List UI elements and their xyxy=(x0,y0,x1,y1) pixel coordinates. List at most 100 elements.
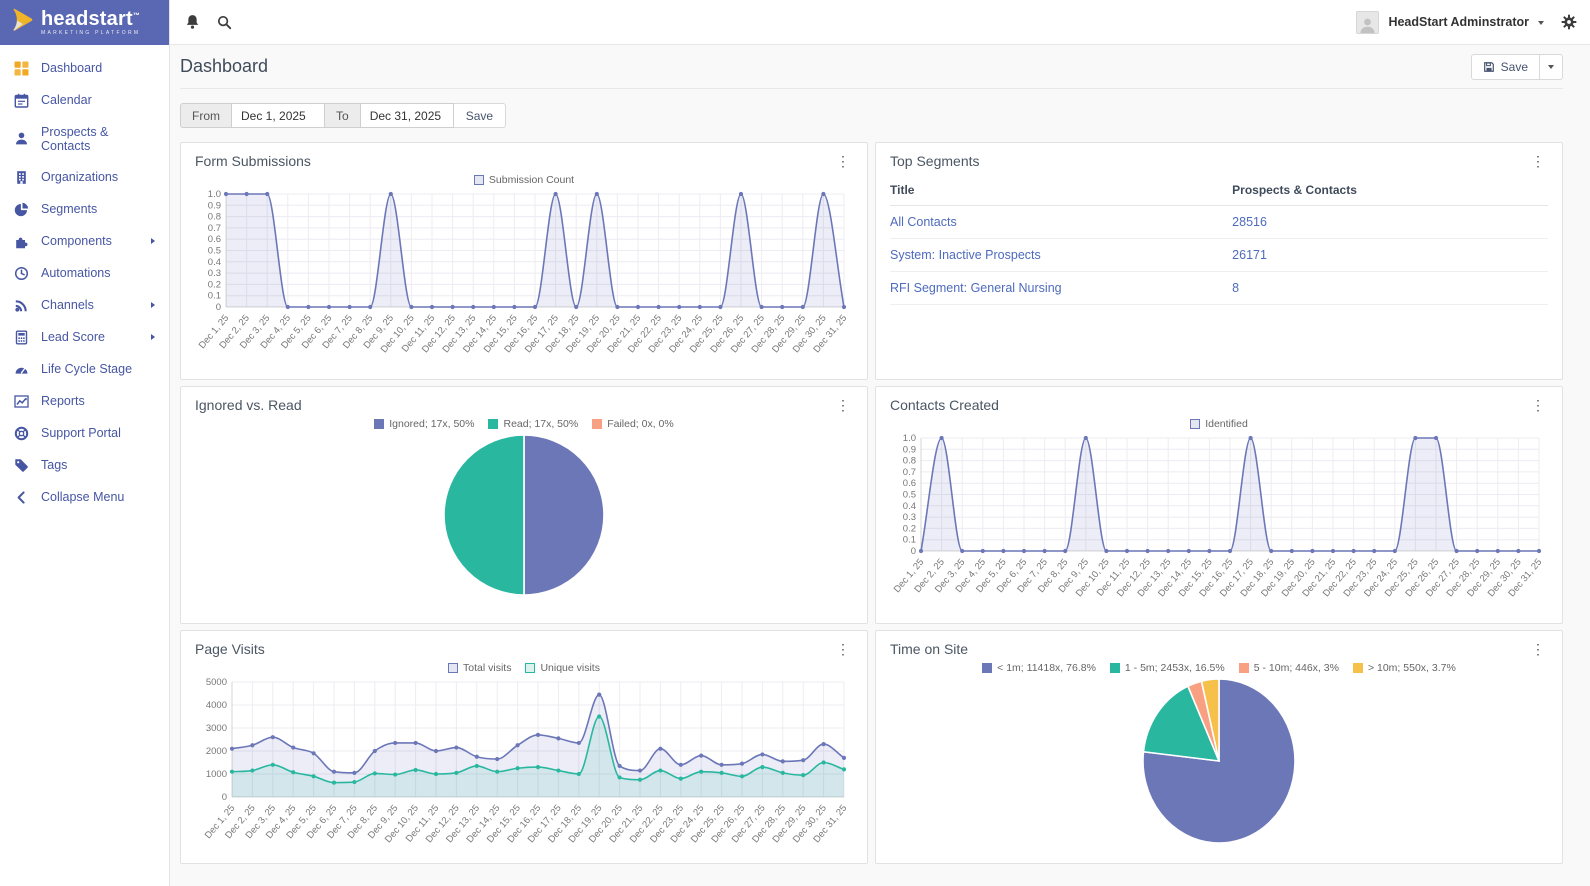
segment-count-link[interactable]: 28516 xyxy=(1232,215,1267,229)
sidebar-item-prospects-and-contacts[interactable]: Prospects & Contacts xyxy=(0,116,169,161)
legend-item[interactable]: Total visits xyxy=(448,662,511,674)
panel-title: Time on Site xyxy=(890,641,969,657)
segment-count-link[interactable]: 8 xyxy=(1232,281,1239,295)
sidebar-item-organizations[interactable]: Organizations xyxy=(0,161,169,193)
svg-text:0.7: 0.7 xyxy=(903,467,916,478)
gauge-icon xyxy=(14,362,29,377)
sidebar-item-label: Organizations xyxy=(41,170,119,184)
lifering-icon xyxy=(14,426,29,441)
legend-swatch xyxy=(525,663,536,673)
legend-item[interactable]: < 1m; 11418x, 76.8% xyxy=(982,662,1096,674)
panel-menu-kebab-icon[interactable]: ⋮ xyxy=(1528,642,1548,656)
chevron-down-icon[interactable] xyxy=(1538,20,1544,25)
clock-icon xyxy=(14,266,29,281)
svg-text:0.1: 0.1 xyxy=(208,291,221,302)
svg-text:0.2: 0.2 xyxy=(903,523,916,534)
legend-label: Unique visits xyxy=(540,662,600,674)
sidebar-item-segments[interactable]: Segments xyxy=(0,193,169,225)
sidebar-item-life-cycle-stage[interactable]: Life Cycle Stage xyxy=(0,353,169,385)
sidebar-item-dashboard[interactable]: Dashboard xyxy=(0,52,169,84)
chart-legend: < 1m; 11418x, 76.8% 1 - 5m; 2453x, 16.5% 5… xyxy=(982,662,1456,674)
calendar-icon xyxy=(14,93,29,108)
save-options-caret-button[interactable] xyxy=(1540,53,1563,80)
legend-swatch xyxy=(488,419,499,429)
legend-item[interactable]: Submission Count xyxy=(473,174,575,186)
sidebar-item-reports[interactable]: Reports xyxy=(0,385,169,417)
legend-item[interactable]: Read; 17x, 50% xyxy=(488,418,578,430)
pie-slice xyxy=(443,434,525,596)
user-avatar[interactable] xyxy=(1356,10,1380,34)
search-icon[interactable] xyxy=(217,15,232,30)
sidebar-item-lead-score[interactable]: Lead Score xyxy=(0,321,169,353)
svg-text:2000: 2000 xyxy=(206,746,227,757)
date-from-input[interactable] xyxy=(232,103,325,128)
panel-menu-kebab-icon[interactable]: ⋮ xyxy=(833,642,853,656)
sidebar-item-label: Collapse Menu xyxy=(41,490,125,504)
sidebar-item-label: Support Portal xyxy=(41,426,121,440)
legend-item[interactable]: Failed; 0x, 0% xyxy=(592,418,674,430)
segment-link[interactable]: System: Inactive Prospects xyxy=(890,248,1041,262)
legend-item[interactable]: Ignored; 17x, 50% xyxy=(374,418,474,430)
legend-item[interactable]: > 10m; 550x, 3.7% xyxy=(1352,662,1456,674)
widgets-grid: Form Submissions ⋮ Submission Count 0 0.1 0… xyxy=(180,142,1563,864)
legend-label: Identified xyxy=(1205,418,1248,430)
segment-link[interactable]: RFI Segment: General Nursing xyxy=(890,281,1062,295)
panel-menu-kebab-icon[interactable]: ⋮ xyxy=(1528,398,1548,412)
date-filter-save-button[interactable]: Save xyxy=(453,103,507,128)
sidebar-item-automations[interactable]: Automations xyxy=(0,257,169,289)
legend-swatch xyxy=(374,419,385,429)
date-to-input[interactable] xyxy=(360,103,454,128)
chart-legend: Ignored; 17x, 50% Read; 17x, 50% Failed; 0… xyxy=(374,418,674,430)
sidebar-item-label: Prospects & Contacts xyxy=(41,124,109,153)
user-menu[interactable]: HeadStart Adminstrator xyxy=(1388,15,1529,29)
legend-item[interactable]: 5 - 10m; 446x, 3% xyxy=(1238,662,1339,674)
table-row: System: Inactive Prospects 26171 xyxy=(890,238,1548,272)
svg-text:0.8: 0.8 xyxy=(903,456,916,467)
chevron-down-icon xyxy=(1548,65,1554,69)
sidebar-item-collapse-menu[interactable]: Collapse Menu xyxy=(0,481,169,513)
sidebar-item-tags[interactable]: Tags xyxy=(0,449,169,481)
legend-swatch xyxy=(473,175,484,185)
svg-text:1.0: 1.0 xyxy=(208,189,221,200)
panel-time-on-site: Time on Site ⋮ < 1m; 11418x, 76.8% 1 - 5m… xyxy=(875,630,1563,864)
panel-menu-kebab-icon[interactable]: ⋮ xyxy=(833,154,853,168)
legend-label: Ignored; 17x, 50% xyxy=(389,418,475,430)
panel-menu-kebab-icon[interactable]: ⋮ xyxy=(1528,154,1548,168)
top-segments-table: Title Prospects & Contacts All Contacts 285… xyxy=(890,174,1548,305)
settings-gear-icon[interactable] xyxy=(1561,14,1577,30)
legend-label: Submission Count xyxy=(488,174,575,186)
brand-logo[interactable]: headstart™ MARKETING PLATFORM xyxy=(0,0,169,45)
svg-text:1.0: 1.0 xyxy=(903,433,916,444)
legend-item[interactable]: Unique visits xyxy=(525,662,600,674)
svg-text:0.9: 0.9 xyxy=(903,444,916,455)
contacts-created-chart: 00.10.20.30.40.50.60.70.80.91.0Dec 1, 25… xyxy=(892,433,1545,599)
chevron-right-icon xyxy=(151,238,155,244)
panel-menu-kebab-icon[interactable]: ⋮ xyxy=(833,398,853,412)
sidebar-item-components[interactable]: Components xyxy=(0,225,169,257)
form-submissions-chart: 00.10.20.30.40.50.60.70.80.91.0Dec 1, 25… xyxy=(197,189,850,355)
svg-text:0: 0 xyxy=(216,302,221,313)
legend-item[interactable]: 1 - 5m; 2453x, 16.5% xyxy=(1109,662,1225,674)
sidebar-item-calendar[interactable]: Calendar xyxy=(0,84,169,116)
legend-swatch xyxy=(592,419,603,429)
segment-link[interactable]: All Contacts xyxy=(890,215,957,229)
table-row: All Contacts 28516 xyxy=(890,205,1548,239)
topbar: HeadStart Adminstrator xyxy=(170,0,1590,45)
legend-label: 1 - 5m; 2453x, 16.5% xyxy=(1124,662,1225,674)
dashboard-icon xyxy=(14,61,29,76)
legend-label: < 1m; 11418x, 76.8% xyxy=(997,662,1096,674)
svg-text:0.2: 0.2 xyxy=(208,279,221,290)
svg-text:0.6: 0.6 xyxy=(903,478,916,489)
sidebar-item-label: Lead Score xyxy=(41,330,105,344)
time-on-site-chart xyxy=(1142,678,1296,844)
legend-item[interactable]: Identified xyxy=(1190,418,1248,430)
panel-title: Top Segments xyxy=(890,153,980,169)
sidebar-item-support-portal[interactable]: Support Portal xyxy=(0,417,169,449)
calculator-icon xyxy=(14,330,29,345)
save-dashboard-button[interactable]: Save xyxy=(1470,53,1540,80)
panel-title: Ignored vs. Read xyxy=(195,397,302,413)
legend-swatch xyxy=(1352,663,1363,673)
notifications-bell-icon[interactable] xyxy=(185,14,200,30)
sidebar-item-channels[interactable]: Channels xyxy=(0,289,169,321)
segment-count-link[interactable]: 26171 xyxy=(1232,248,1267,262)
